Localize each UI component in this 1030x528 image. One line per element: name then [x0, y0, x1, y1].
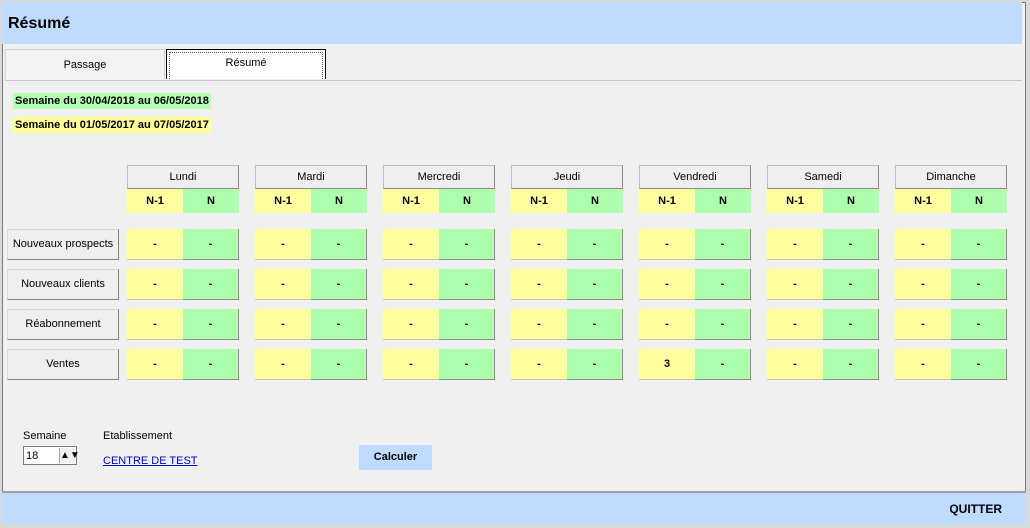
cell-n: - — [311, 309, 367, 340]
cell-n1: - — [767, 349, 823, 380]
semaine-spinner[interactable]: ▲▼ — [23, 446, 80, 465]
week-current: Semaine du 30/04/2018 au 06/05/2018 — [13, 93, 211, 109]
cell-n: - — [951, 269, 1007, 300]
cell-n1: - — [895, 309, 951, 340]
subheader-n1: N-1 — [127, 189, 183, 213]
window-title: Résumé — [8, 15, 71, 32]
cell-n1: - — [767, 229, 823, 260]
subheader-n: N — [183, 189, 239, 213]
cell-n: - — [695, 229, 751, 260]
subheader-n: N — [439, 189, 495, 213]
row-label-button[interactable]: Réabonnement — [7, 309, 119, 340]
cell-n1: - — [255, 349, 311, 380]
cell-n: - — [311, 349, 367, 380]
subheader-n1: N-1 — [895, 189, 951, 213]
cell-n: - — [567, 309, 623, 340]
row-label-button[interactable]: Nouveaux prospects — [7, 229, 119, 260]
day-header: Lundi — [127, 165, 239, 189]
cell-n: - — [951, 309, 1007, 340]
cell-n: - — [183, 349, 239, 380]
subheader-n1: N-1 — [383, 189, 439, 213]
row-label-button[interactable]: Ventes — [7, 349, 119, 380]
cell-n1: - — [383, 309, 439, 340]
subheader-n: N — [823, 189, 879, 213]
cell-n: - — [823, 349, 879, 380]
etablissement-label: Etablissement — [103, 430, 173, 442]
cell-n1: - — [511, 309, 567, 340]
subheader-n1: N-1 — [255, 189, 311, 213]
subheader-n1: N-1 — [511, 189, 567, 213]
quitter-button[interactable]: QUITTER — [949, 502, 1002, 516]
day-header: Dimanche — [895, 165, 1007, 189]
cell-n: - — [439, 269, 495, 300]
cell-n: - — [823, 269, 879, 300]
subheader-n1: N-1 — [639, 189, 695, 213]
subheader-n1: N-1 — [767, 189, 823, 213]
subheader-n: N — [311, 189, 367, 213]
cell-n: - — [951, 349, 1007, 380]
week-previous: Semaine du 01/05/2017 au 07/05/2017 — [13, 117, 211, 133]
cell-n: - — [439, 349, 495, 380]
subheader-n: N — [567, 189, 623, 213]
semaine-input[interactable] — [26, 448, 58, 463]
bottom-bar: QUITTER — [2, 491, 1026, 524]
cell-n: - — [951, 229, 1007, 260]
cell-n1: - — [255, 309, 311, 340]
spin-arrows-icon[interactable]: ▲▼ — [59, 448, 80, 463]
cell-n1: - — [639, 309, 695, 340]
cell-n1: - — [767, 309, 823, 340]
cell-n1: - — [511, 349, 567, 380]
cell-n: - — [823, 229, 879, 260]
subheader-n: N — [951, 189, 1007, 213]
tab-passage[interactable]: Passage — [5, 49, 165, 79]
cell-n1: - — [127, 229, 183, 260]
cell-n1: - — [383, 229, 439, 260]
semaine-label: Semaine — [23, 430, 67, 442]
calculer-button[interactable]: Calculer — [359, 445, 432, 470]
cell-n1: - — [511, 229, 567, 260]
cell-n: - — [695, 349, 751, 380]
cell-n1: - — [255, 229, 311, 260]
title-bar: Résumé — [2, 2, 1022, 44]
cell-n1: - — [383, 269, 439, 300]
day-header: Samedi — [767, 165, 879, 189]
cell-n1: - — [127, 269, 183, 300]
cell-n1: - — [639, 229, 695, 260]
cell-n: - — [311, 229, 367, 260]
cell-n1: - — [127, 309, 183, 340]
cell-n1: 3 — [639, 349, 695, 380]
cell-n: - — [311, 269, 367, 300]
cell-n1: - — [127, 349, 183, 380]
cell-n1: - — [895, 229, 951, 260]
day-header: Mardi — [255, 165, 367, 189]
cell-n: - — [567, 269, 623, 300]
day-header: Jeudi — [511, 165, 623, 189]
cell-n1: - — [511, 269, 567, 300]
cell-n: - — [695, 309, 751, 340]
cell-n1: - — [895, 349, 951, 380]
cell-n: - — [439, 229, 495, 260]
cell-n: - — [439, 309, 495, 340]
cell-n: - — [695, 269, 751, 300]
subheader-n: N — [695, 189, 751, 213]
row-label-button[interactable]: Nouveaux clients — [7, 269, 119, 300]
etablissement-link[interactable]: CENTRE DE TEST — [103, 455, 198, 467]
cell-n: - — [183, 269, 239, 300]
focus-outline — [169, 52, 323, 79]
day-header: Vendredi — [639, 165, 751, 189]
cell-n: - — [823, 309, 879, 340]
tab-resume[interactable]: Résumé — [166, 49, 326, 79]
cell-n: - — [567, 229, 623, 260]
cell-n1: - — [255, 269, 311, 300]
cell-n1: - — [383, 349, 439, 380]
tab-divider — [5, 80, 1022, 81]
cell-n: - — [183, 229, 239, 260]
day-header: Mercredi — [383, 165, 495, 189]
cell-n1: - — [895, 269, 951, 300]
cell-n1: - — [767, 269, 823, 300]
cell-n: - — [567, 349, 623, 380]
cell-n: - — [183, 309, 239, 340]
cell-n1: - — [639, 269, 695, 300]
